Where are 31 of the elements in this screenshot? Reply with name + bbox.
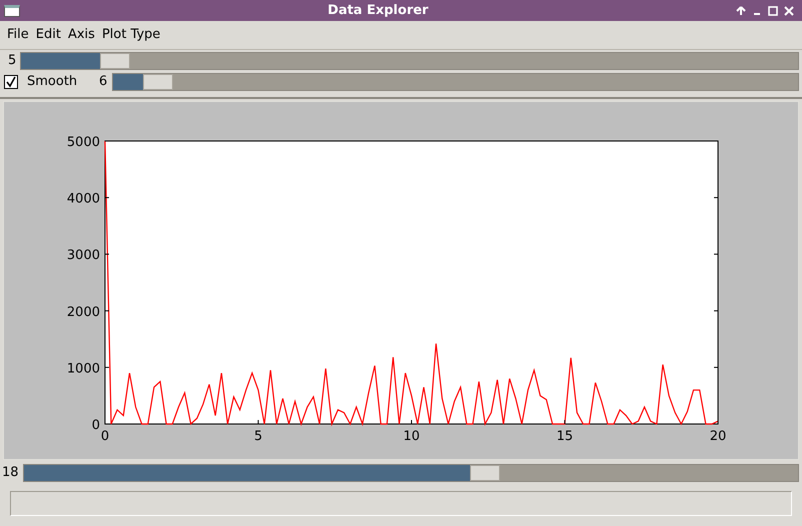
slider-track[interactable] — [22, 464, 799, 482]
menu-item[interactable]: Plot Type — [98, 25, 164, 45]
y-tick-label: 4000 — [66, 192, 100, 207]
window-menu-icon[interactable] — [4, 4, 20, 16]
slider-value: 5 — [8, 52, 16, 70]
smooth-checkbox[interactable] — [4, 75, 18, 89]
checkbox-label: Smooth — [27, 73, 78, 92]
y-tick-label: 3000 — [66, 248, 100, 264]
x-tick-label: 20 — [710, 429, 726, 444]
window-title: Data Explorer — [326, 2, 430, 20]
y-tick-label: 0 — [92, 418, 100, 433]
slider-value: 18 — [2, 464, 19, 482]
close-icon[interactable] — [784, 6, 794, 16]
slider-thumb[interactable] — [470, 465, 500, 481]
x-tick-label: 10 — [403, 429, 420, 444]
menu-item[interactable]: File — [4, 25, 32, 45]
y-tick-label: 5000 — [66, 135, 100, 150]
y-tick-label: 1000 — [66, 361, 100, 376]
slider-thumb[interactable] — [143, 74, 174, 90]
slider-track[interactable] — [20, 52, 799, 70]
x-tick-label: 0 — [100, 429, 110, 444]
y-tick-label: 2000 — [66, 304, 100, 320]
menu-item[interactable]: Axis — [64, 25, 98, 45]
arrow-up-icon[interactable] — [736, 6, 746, 16]
slider-track[interactable] — [112, 73, 799, 91]
slider-value: 6 — [99, 73, 108, 92]
slider-thumb[interactable] — [100, 52, 130, 68]
maximize-icon[interactable] — [768, 6, 778, 16]
menu-item[interactable]: Edit — [32, 25, 64, 45]
x-tick-label: 15 — [556, 429, 574, 444]
x-tick-label: 5 — [254, 429, 262, 444]
